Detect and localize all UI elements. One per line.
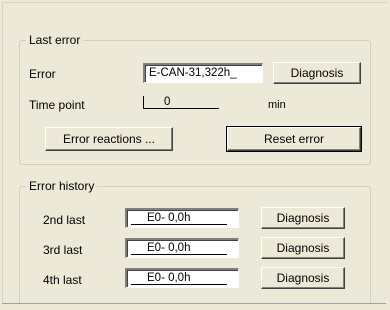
time-point-label: Time point xyxy=(29,98,85,112)
last-error-diagnosis-button[interactable]: Diagnosis xyxy=(273,62,361,84)
history-row-value-3rd: E0- 0,0h xyxy=(131,242,227,255)
error-reactions-button[interactable]: Error reactions ... xyxy=(45,127,173,151)
history-row-value-2nd: E0- 0,0h xyxy=(131,212,227,225)
history-row-label-3rd: 3rd last xyxy=(43,243,83,257)
time-point-value: 0 xyxy=(143,96,219,109)
history-2nd-diagnosis-button[interactable]: Diagnosis xyxy=(261,207,345,229)
last-error-legend: Last error xyxy=(26,33,84,47)
time-point-field: 0 xyxy=(143,94,221,114)
history-row-field-2nd: E0- 0,0h xyxy=(125,208,239,228)
error-field: E-CAN-31,322h_ xyxy=(143,63,263,83)
history-row-label-4th: 4th last xyxy=(43,273,82,287)
time-unit: min xyxy=(268,99,286,111)
reset-error-button[interactable]: Reset error xyxy=(226,126,362,152)
history-row-value-4th: E0- 0,0h xyxy=(131,272,227,285)
bottom-divider xyxy=(2,303,386,304)
history-row-field-3rd: E0- 0,0h xyxy=(125,238,239,258)
error-value: E-CAN-31,322h_ xyxy=(149,67,237,79)
history-row-label-2nd: 2nd last xyxy=(43,213,86,227)
dialog-panel: Last error Error E-CAN-31,322h_ Diagnosi… xyxy=(2,2,387,305)
history-4th-diagnosis-button[interactable]: Diagnosis xyxy=(261,267,345,289)
error-label: Error xyxy=(29,67,56,81)
history-row-field-4th: E0- 0,0h xyxy=(125,268,239,288)
history-3rd-diagnosis-button[interactable]: Diagnosis xyxy=(261,237,345,259)
error-history-legend: Error history xyxy=(26,179,98,193)
